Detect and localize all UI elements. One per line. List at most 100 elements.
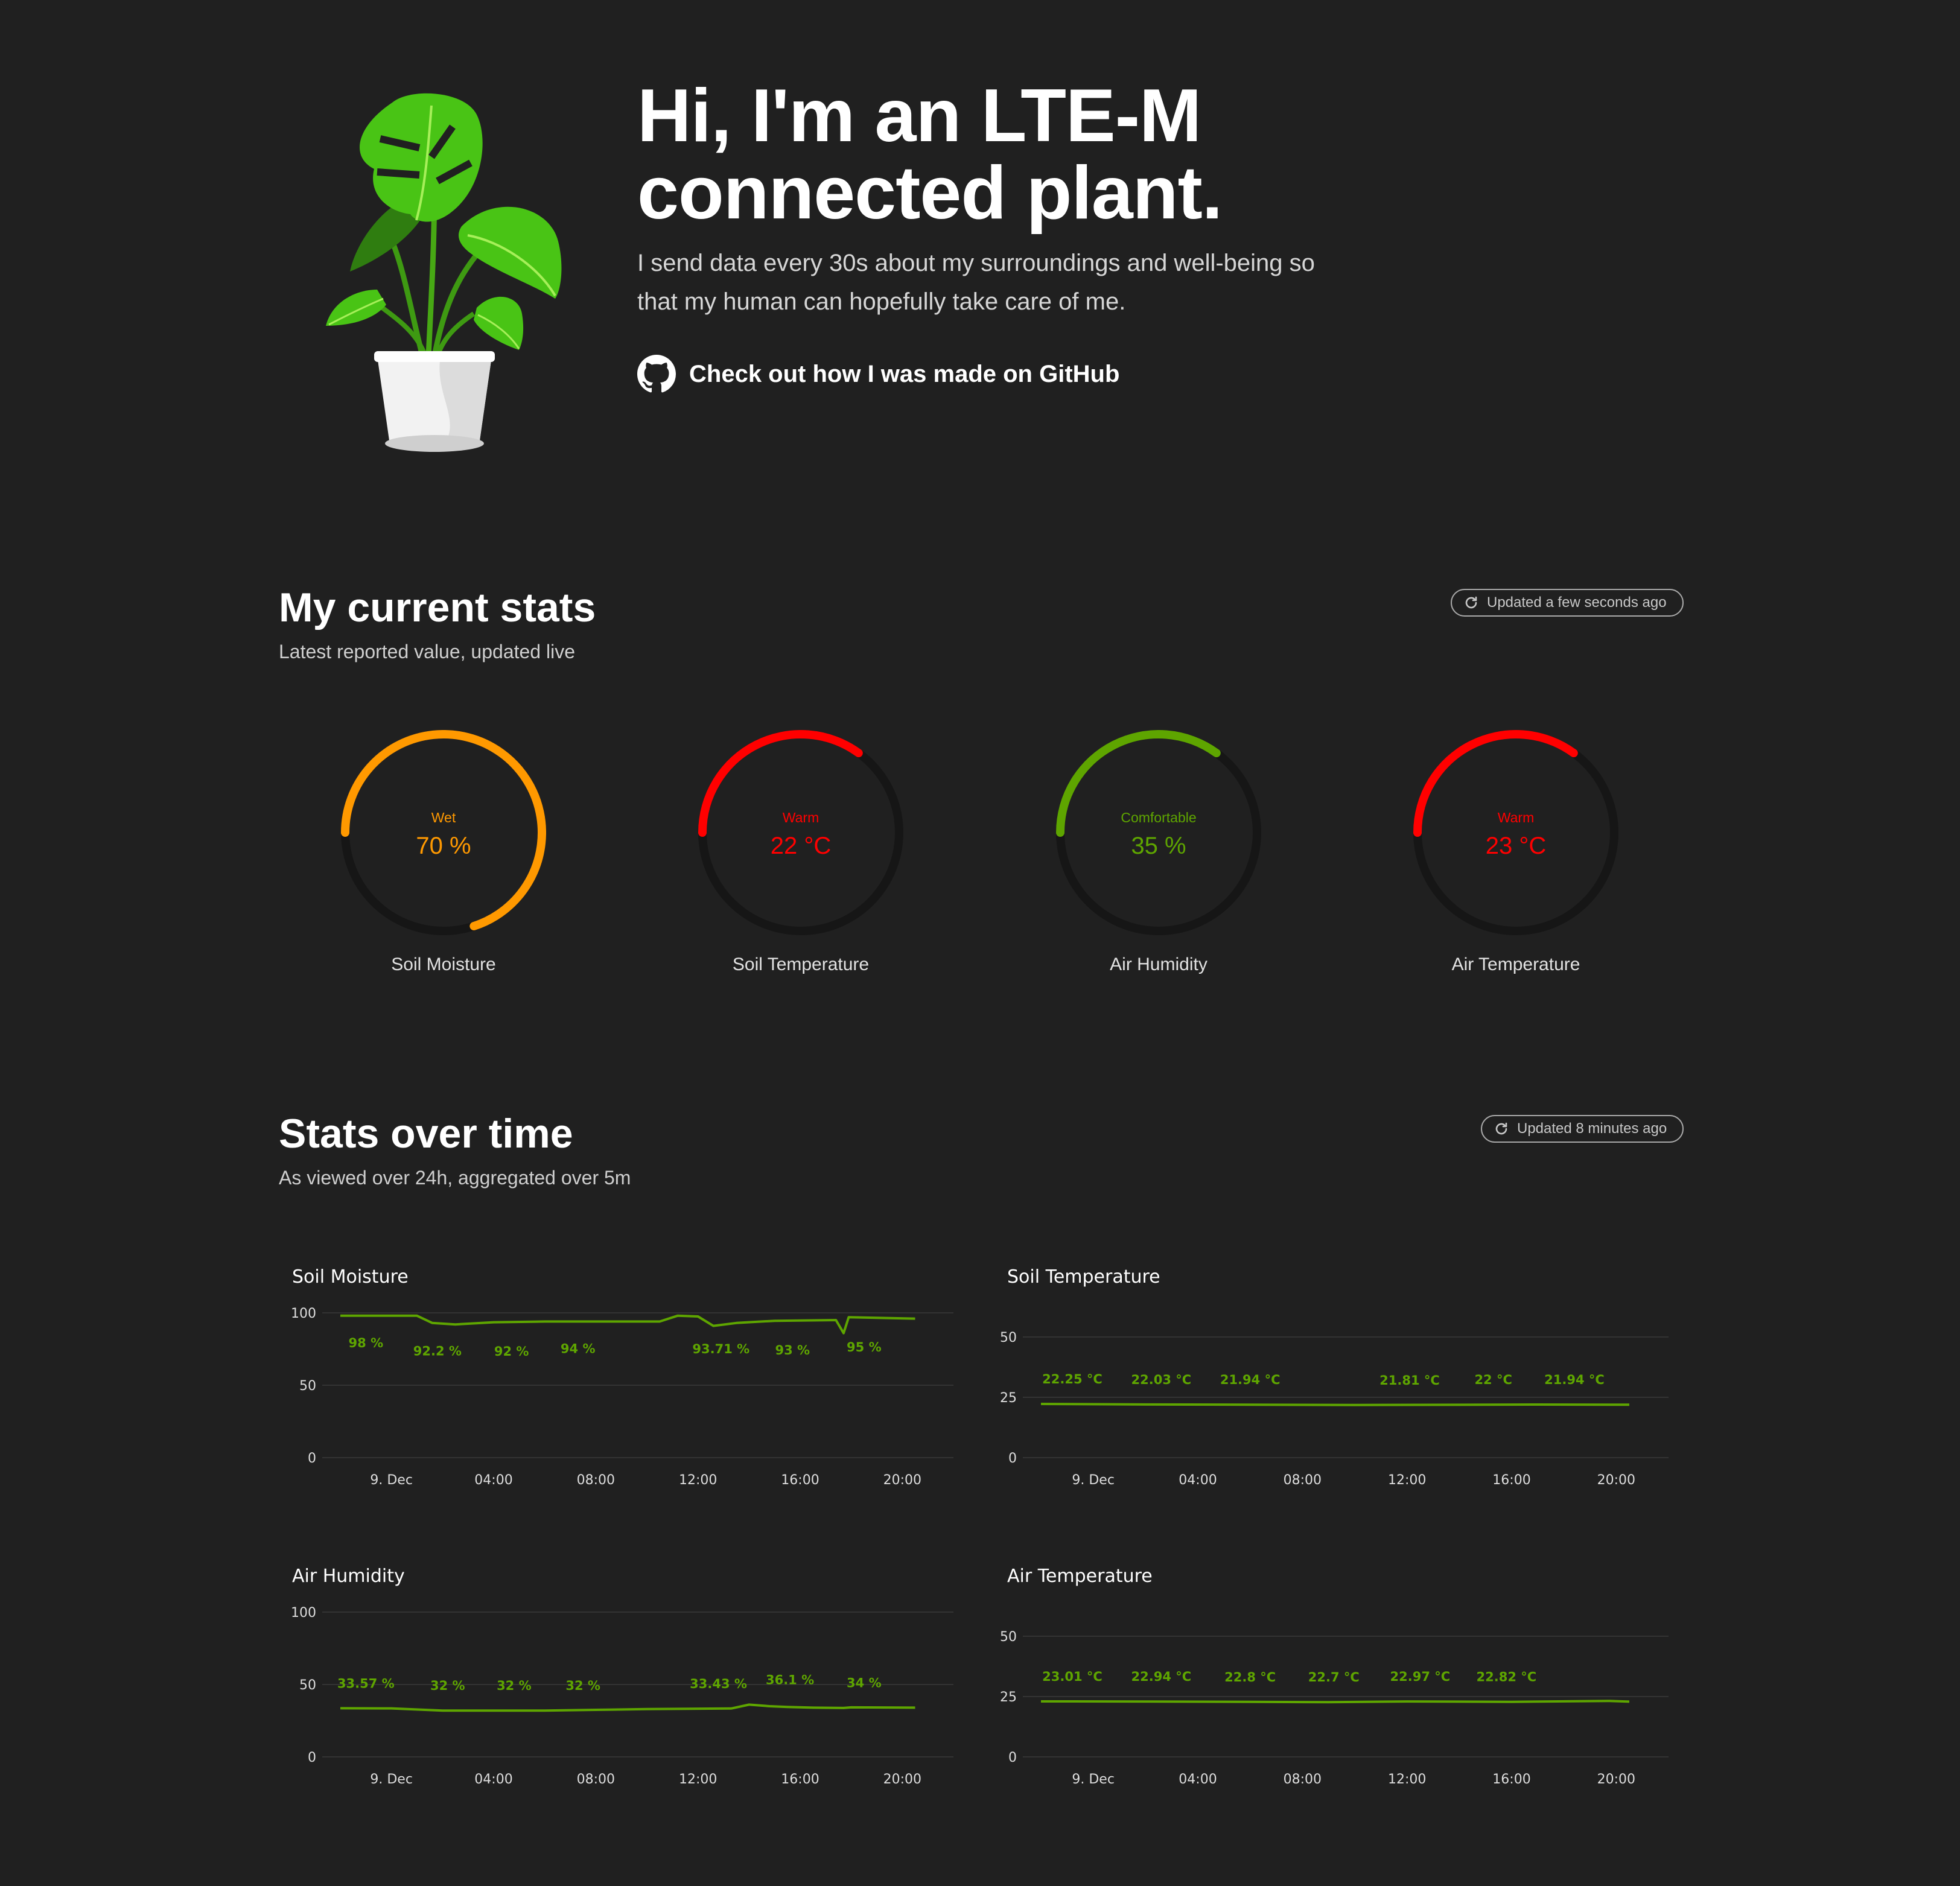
data-label: 92 % [494, 1344, 529, 1359]
x-tick-label: 12:00 [679, 1772, 717, 1787]
data-label: 33.43 % [690, 1677, 747, 1691]
title-line-1: Hi, I'm an LTE-M [637, 74, 1201, 157]
x-tick-label: 16:00 [1492, 1772, 1530, 1787]
data-label: 93.71 % [692, 1342, 749, 1356]
data-label: 22.25 °C [1042, 1372, 1102, 1386]
title-line-2: connected plant. [637, 151, 1223, 235]
x-tick-label: 08:00 [1284, 1772, 1322, 1787]
gauge-state: Warm [1497, 810, 1535, 825]
chart-soil-moisture-plot: Soil Moisture 0 50 100 9. Dec 04:00 08:00 12:00… [291, 1266, 953, 1488]
chart-soil-temperature: Soil Temperature 0 25 50 9. Dec 04:00 08:00 12:… [999, 1261, 1687, 1514]
y-tick-label: 100 [291, 1605, 316, 1621]
y-tick-label: 50 [1000, 1630, 1017, 1645]
x-tick-label: 20:00 [1597, 1772, 1635, 1787]
history-updated-text: Updated 8 minutes ago [1517, 1120, 1667, 1137]
x-tick-label: 9. Dec [370, 1772, 413, 1787]
gauge-value: 35 % [1131, 833, 1186, 859]
y-tick-label: 0 [1008, 1451, 1017, 1466]
data-label: 92.2 % [413, 1344, 462, 1359]
gauge-label: Air Temperature [1451, 954, 1580, 974]
y-tick-label: 25 [1000, 1391, 1017, 1406]
hero-section: Hi, I'm an LTE-M connected plant. I send… [0, 0, 1960, 519]
refresh-icon [1465, 596, 1477, 609]
hero-subtitle: I send data every 30s about my surroundi… [637, 250, 1315, 315]
refresh-icon [1495, 1122, 1507, 1135]
gauge-label: Soil Moisture [391, 954, 496, 974]
history-subtitle: As viewed over 24h, aggregated over 5m [279, 1167, 631, 1189]
github-link-label: Check out how I was made on GitHub [689, 360, 1120, 387]
x-tick-label: 08:00 [1284, 1473, 1322, 1488]
y-tick-label: 0 [308, 1750, 316, 1765]
x-tick-label: 20:00 [883, 1473, 921, 1488]
x-tick-label: 16:00 [781, 1772, 819, 1787]
gauge-air-humidity: Comfortable 35 % Air Humidity [1038, 730, 1279, 1008]
x-tick-label: 16:00 [781, 1473, 819, 1488]
data-label: 32 % [430, 1678, 465, 1693]
gauge-state: Warm [782, 810, 819, 825]
x-tick-label: 9. Dec [370, 1473, 413, 1488]
data-label: 22.94 °C [1131, 1669, 1192, 1684]
data-label: 36.1 % [766, 1672, 814, 1687]
y-tick-label: 50 [299, 1379, 316, 1394]
data-label: 34 % [847, 1675, 882, 1690]
y-tick-label: 0 [1008, 1750, 1017, 1765]
data-label: 22.97 °C [1390, 1669, 1451, 1684]
data-label: 22.03 °C [1131, 1373, 1192, 1387]
chart-title: Soil Temperature [1007, 1266, 1160, 1287]
data-label: 21.94 °C [1544, 1373, 1605, 1387]
x-tick-label: 04:00 [1179, 1473, 1217, 1488]
x-tick-label: 16:00 [1492, 1473, 1530, 1488]
data-label: 32 % [565, 1678, 600, 1693]
data-label: 22 °C [1474, 1373, 1512, 1387]
history-title: Stats over time [279, 1111, 573, 1157]
x-tick-label: 9. Dec [1072, 1772, 1115, 1787]
gauge-state: Wet [431, 810, 456, 825]
y-tick-label: 50 [299, 1678, 316, 1693]
data-label: 95 % [847, 1340, 882, 1354]
chart-title: Soil Moisture [292, 1266, 409, 1287]
data-label: 21.94 °C [1220, 1373, 1281, 1387]
data-label: 22.8 °C [1224, 1670, 1276, 1684]
data-label: 23.01 °C [1042, 1669, 1102, 1684]
history-updated-badge[interactable]: Updated 8 minutes ago [1481, 1115, 1684, 1143]
gauge-value: 22 °C [770, 833, 832, 859]
data-label: 21.81 °C [1379, 1373, 1440, 1388]
github-link[interactable]: Check out how I was made on GitHub [637, 351, 1119, 397]
gauge-label: Air Humidity [1110, 954, 1208, 974]
current-stats-subtitle: Latest reported value, updated live [279, 641, 575, 662]
gauge-soil-moisture: Wet 70 % Soil Moisture [323, 730, 564, 1008]
data-label: 98 % [349, 1336, 384, 1350]
x-tick-label: 20:00 [883, 1772, 921, 1787]
gauge-state: Comfortable [1121, 810, 1197, 825]
x-tick-label: 12:00 [1388, 1772, 1426, 1787]
chart-title: Air Temperature [1007, 1566, 1153, 1587]
potted-plant-illustration [326, 93, 562, 452]
data-label: 94 % [561, 1341, 596, 1356]
x-tick-label: 04:00 [474, 1473, 512, 1488]
data-label: 33.57 % [337, 1676, 395, 1691]
gauge-value: 23 °C [1485, 833, 1547, 859]
series-line [1040, 1403, 1630, 1406]
x-tick-label: 04:00 [474, 1772, 512, 1787]
github-icon [637, 355, 676, 393]
series-line [340, 1314, 915, 1335]
y-tick-label: 100 [291, 1306, 316, 1321]
chart-soil-moisture: Soil Moisture 0 50 100 9. Dec 04:00 08:00 12:00… [284, 1261, 972, 1514]
data-label: 32 % [497, 1678, 532, 1693]
y-tick-label: 25 [1000, 1690, 1017, 1705]
gauge-value: 70 % [416, 833, 471, 859]
x-tick-label: 08:00 [577, 1473, 615, 1488]
x-tick-label: 20:00 [1597, 1473, 1635, 1488]
y-tick-label: 0 [308, 1451, 316, 1466]
current-updated-badge[interactable]: Updated a few seconds ago [1451, 589, 1684, 617]
chart-soil-temperature-plot: Soil Temperature 0 25 50 9. Dec 04:00 08:00 12:… [1000, 1266, 1669, 1488]
data-label: 22.7 °C [1308, 1670, 1360, 1684]
current-updated-text: Updated a few seconds ago [1487, 594, 1667, 611]
x-tick-label: 9. Dec [1072, 1473, 1115, 1488]
x-tick-label: 04:00 [1179, 1772, 1217, 1787]
series-line [1040, 1700, 1630, 1704]
series-line [340, 1703, 915, 1712]
y-tick-label: 50 [1000, 1330, 1017, 1345]
chart-title: Air Humidity [292, 1566, 405, 1587]
current-stats-title: My current stats [279, 585, 596, 630]
